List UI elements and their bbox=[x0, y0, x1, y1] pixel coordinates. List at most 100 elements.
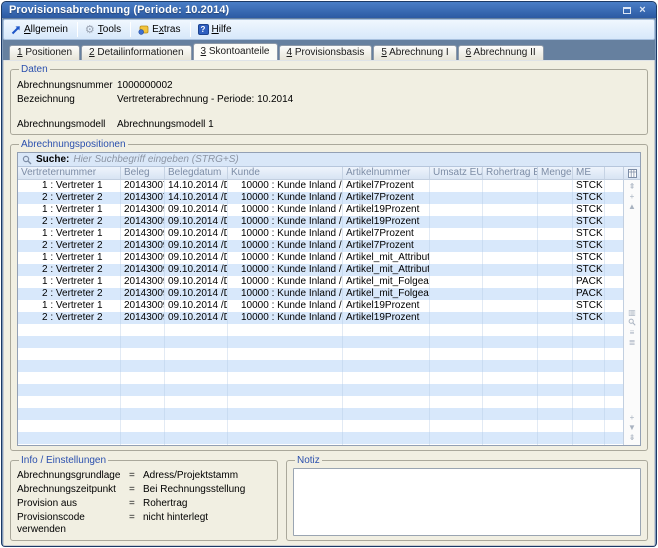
scroll-down-icon[interactable]: ▼ bbox=[624, 423, 640, 433]
table-row[interactable]: 2 : Vertreter 22014300909.10.2014 /Do100… bbox=[18, 288, 623, 300]
tab-1[interactable]: 1 Positionen bbox=[9, 45, 80, 60]
add-row-icon[interactable]: + bbox=[624, 192, 640, 202]
cell-rohertrag bbox=[483, 408, 538, 420]
table-row[interactable]: 2 : Vertreter 22014300714.10.2014 /Di100… bbox=[18, 192, 623, 204]
cell-artikelnummer: Artikel_mit_Folgeartikel bbox=[343, 276, 430, 288]
tab-6[interactable]: 6 Abrechnung II bbox=[458, 45, 544, 60]
help-icon: ? bbox=[198, 24, 209, 35]
filter-icon[interactable]: ≣ bbox=[624, 338, 640, 348]
search-input[interactable] bbox=[73, 154, 636, 166]
menu-allgemein[interactable]: Allgemein bbox=[7, 23, 74, 36]
daten-groupbox: Daten Abrechnungsnummer 1000000002 Bezei… bbox=[10, 64, 648, 135]
cell-kunde bbox=[228, 420, 343, 432]
table-row[interactable]: 2 : Vertreter 22014300909.10.2014 /Do100… bbox=[18, 312, 623, 324]
tab-2[interactable]: 2 Detailinformationen bbox=[81, 45, 192, 60]
field-label: Abrechnungsmodell bbox=[17, 119, 117, 130]
column-header-spacer[interactable] bbox=[605, 167, 623, 179]
field-value: Abrechnungsmodell 1 bbox=[117, 119, 641, 130]
cell-me bbox=[573, 360, 605, 372]
close-window-button[interactable]: × bbox=[636, 4, 649, 16]
table-row[interactable]: 1 : Vertreter 12014300714.10.2014 /Di100… bbox=[18, 180, 623, 192]
cell-kunde: 10000 : Kunde Inland / Inlandsort bbox=[228, 204, 343, 216]
cell-menge bbox=[538, 312, 573, 324]
cell-spacer bbox=[605, 180, 623, 192]
menu-hilfe[interactable]: ? Hilfe bbox=[194, 23, 238, 36]
info-field-label: Provisionscode verwenden bbox=[17, 512, 129, 536]
table-row[interactable]: 2 : Vertreter 22014300909.10.2014 /Do100… bbox=[18, 264, 623, 276]
grid-scroll-tools: ⇞ + ▲ ▥ ≡ ≣ + ▼ ⇟ bbox=[624, 180, 640, 445]
info-field-value: Bei Rechnungsstellung bbox=[143, 484, 271, 496]
column-header-umsatz[interactable]: Umsatz EUR bbox=[430, 167, 483, 179]
list-view-icon[interactable]: ≡ bbox=[624, 328, 640, 338]
column-chooser-button[interactable] bbox=[624, 167, 640, 180]
cell-umsatz bbox=[430, 192, 483, 204]
cell-me: STCK bbox=[573, 252, 605, 264]
table-row[interactable]: 1 : Vertreter 12014300909.10.2014 /Do100… bbox=[18, 204, 623, 216]
cell-rohertrag bbox=[483, 420, 538, 432]
table-row[interactable]: 1 : Vertreter 12014300909.10.2014 /Do100… bbox=[18, 276, 623, 288]
column-header-belegdatum[interactable]: Belegdatum bbox=[165, 167, 228, 179]
cell-menge bbox=[538, 420, 573, 432]
cell-rohertrag bbox=[483, 288, 538, 300]
tab-5[interactable]: 5 Abrechnung I bbox=[373, 45, 456, 60]
column-header-me[interactable]: ME bbox=[573, 167, 605, 179]
add-row-bottom-icon[interactable]: + bbox=[624, 413, 640, 423]
cell-beleg: 20143009 bbox=[121, 252, 165, 264]
info-legend: Info / Einstellungen bbox=[19, 455, 108, 466]
column-header-rohertrag[interactable]: Rohertrag EUR bbox=[483, 167, 538, 179]
cell-vertreternummer bbox=[18, 444, 121, 445]
table-row[interactable]: 1 : Vertreter 12014300909.10.2014 /Do100… bbox=[18, 228, 623, 240]
cell-spacer bbox=[605, 336, 623, 348]
toolbar-separator bbox=[190, 22, 191, 37]
table-row[interactable]: 2 : Vertreter 22014300909.10.2014 /Do100… bbox=[18, 240, 623, 252]
table-row[interactable]: 1 : Vertreter 12014300909.10.2014 /Do100… bbox=[18, 300, 623, 312]
scroll-up-icon[interactable]: ▲ bbox=[624, 202, 640, 212]
pin-columns-icon[interactable]: ▥ bbox=[624, 308, 640, 318]
cell-kunde: 10000 : Kunde Inland / Inlandsort bbox=[228, 264, 343, 276]
menu-extras[interactable]: Extras bbox=[134, 23, 186, 36]
cell-menge bbox=[538, 360, 573, 372]
menu-label: Tools bbox=[98, 24, 121, 35]
restore-window-button[interactable] bbox=[620, 4, 633, 16]
cell-menge bbox=[538, 228, 573, 240]
column-header-menge[interactable]: Menge bbox=[538, 167, 573, 179]
cell-belegdatum: 09.10.2014 /Do bbox=[165, 300, 228, 312]
cell-me: STCK bbox=[573, 180, 605, 192]
search-rows-icon[interactable] bbox=[624, 318, 640, 328]
cell-belegdatum bbox=[165, 336, 228, 348]
cell-kunde: 10000 : Kunde Inland / Inlandsort bbox=[228, 180, 343, 192]
cell-belegdatum: 09.10.2014 /Do bbox=[165, 312, 228, 324]
tab-4[interactable]: 4 Provisionsbasis bbox=[279, 45, 373, 60]
scroll-last-icon[interactable]: ⇟ bbox=[624, 433, 640, 443]
cell-umsatz bbox=[430, 204, 483, 216]
info-field-row: Abrechnungsgrundlage=Adress/Projektstamm bbox=[17, 470, 271, 482]
scroll-first-icon[interactable]: ⇞ bbox=[624, 182, 640, 192]
notiz-textarea[interactable] bbox=[293, 468, 641, 536]
cell-vertreternummer: 1 : Vertreter 1 bbox=[18, 300, 121, 312]
cell-artikelnummer: Artikel7Prozent bbox=[343, 180, 430, 192]
column-header-beleg[interactable]: Beleg bbox=[121, 167, 165, 179]
table-row[interactable]: 1 : Vertreter 12014300909.10.2014 /Do100… bbox=[18, 252, 623, 264]
cell-beleg bbox=[121, 384, 165, 396]
magnifier-icon bbox=[628, 318, 636, 326]
notiz-groupbox: Notiz bbox=[286, 455, 648, 541]
table-row[interactable]: 2 : Vertreter 22014300909.10.2014 /Do100… bbox=[18, 216, 623, 228]
cell-me bbox=[573, 420, 605, 432]
cell-umsatz bbox=[430, 336, 483, 348]
cell-me: STCK bbox=[573, 264, 605, 276]
cell-menge bbox=[538, 444, 573, 445]
column-header-vertreternummer[interactable]: Vertreternummer bbox=[18, 167, 121, 179]
cell-artikelnummer bbox=[343, 372, 430, 384]
column-header-artikelnummer[interactable]: Artikelnummer bbox=[343, 167, 430, 179]
tab-3[interactable]: 3 Skontoanteile bbox=[193, 43, 278, 60]
cell-spacer bbox=[605, 312, 623, 324]
cell-umsatz bbox=[430, 276, 483, 288]
cell-spacer bbox=[605, 228, 623, 240]
cell-umsatz bbox=[430, 444, 483, 445]
cell-umsatz bbox=[430, 432, 483, 444]
column-header-kunde[interactable]: Kunde bbox=[228, 167, 343, 179]
cell-kunde: 10000 : Kunde Inland / Inlandsort bbox=[228, 240, 343, 252]
cell-kunde bbox=[228, 396, 343, 408]
menu-tools[interactable]: ⚙ Tools bbox=[81, 23, 127, 36]
cell-vertreternummer bbox=[18, 432, 121, 444]
